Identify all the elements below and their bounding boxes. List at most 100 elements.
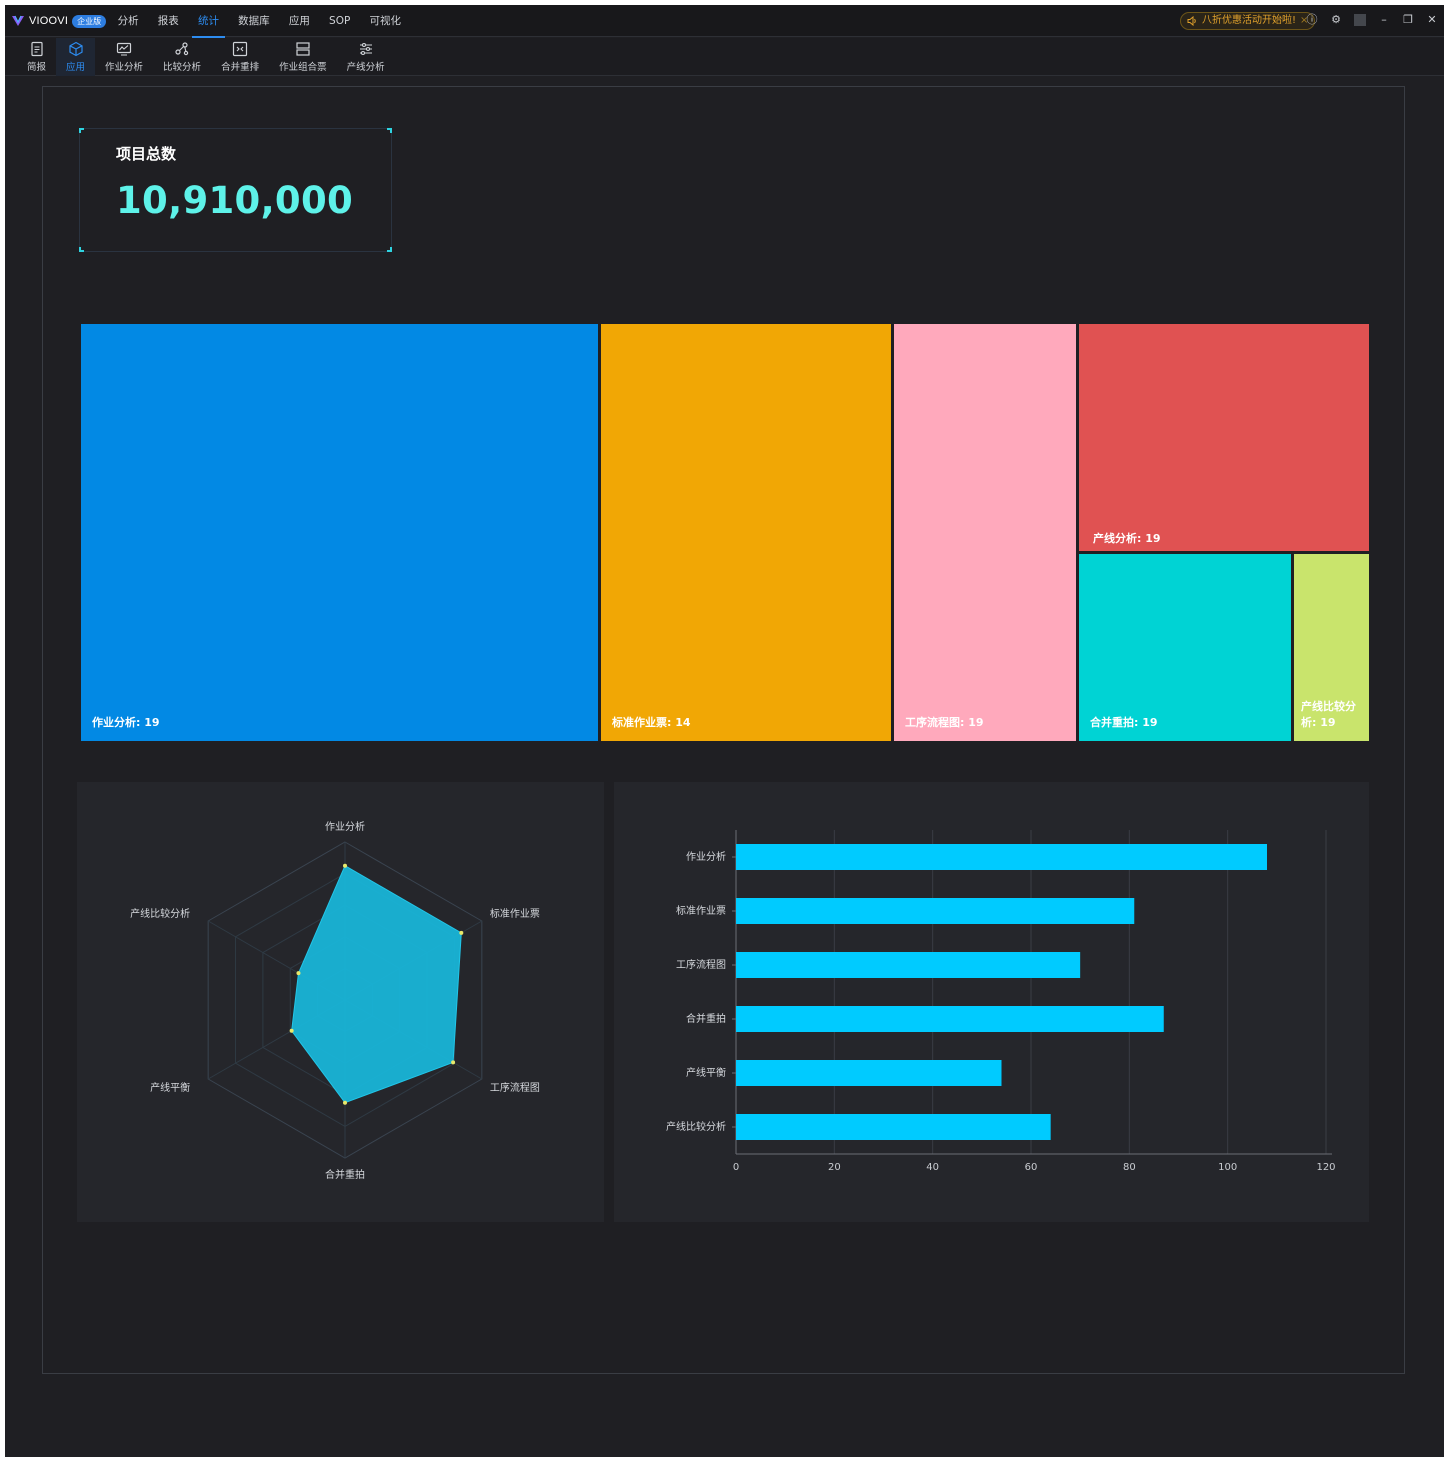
- window-controls: ⓘ ⚙ – ❐ ✕: [1306, 12, 1438, 28]
- menu-item-6[interactable]: 可视化: [360, 5, 411, 37]
- corner-decoration: [79, 128, 84, 133]
- bar-x-tick-label: 100: [1218, 1162, 1237, 1173]
- corner-decoration: [79, 247, 84, 252]
- toolbar-label: 作业分析: [105, 62, 144, 73]
- radar-point[interactable]: [459, 930, 464, 935]
- menu-item-1[interactable]: 报表: [148, 5, 188, 37]
- treemap-label: 作业分析: 19: [92, 716, 160, 729]
- treemap-cell-5[interactable]: 产线比较分析: 19: [1294, 554, 1369, 741]
- menu-item-4[interactable]: 应用: [279, 5, 319, 37]
- compare-nodes-icon: [175, 42, 189, 56]
- radar-point[interactable]: [289, 1028, 294, 1033]
- edition-badge: 企业版: [72, 14, 107, 28]
- treemap-label: 工序流程图: 19: [905, 716, 984, 729]
- radar-point[interactable]: [343, 863, 347, 868]
- radar-indicator-label: 合并重拍: [325, 1168, 365, 1181]
- bar-1[interactable]: [736, 898, 1135, 924]
- bar-x-tick-label: 60: [1025, 1162, 1038, 1173]
- bar-4[interactable]: [736, 1060, 1002, 1086]
- toolbar-item-1[interactable]: 应用: [56, 38, 96, 76]
- toolbar-label: 作业组合票: [279, 62, 327, 73]
- bar-5[interactable]: [736, 1114, 1051, 1140]
- treemap-cell-1[interactable]: 标准作业票: 14: [601, 324, 891, 741]
- radar-series-area[interactable]: [291, 864, 462, 1104]
- treemap-chart: 作业分析: 19 标准作业票: 14 工序流程图: 19 产线分析: 19 合并重拍: …: [81, 324, 1369, 741]
- minimize-icon[interactable]: –: [1378, 12, 1390, 28]
- corner-decoration: [387, 128, 392, 133]
- treemap-label: 产线分析: 19: [1093, 532, 1161, 545]
- bar-x-tick-label: 20: [828, 1162, 841, 1173]
- bar-category-label: 合并重拍: [686, 1012, 726, 1025]
- radar-indicator-label: 标准作业票: [490, 908, 540, 920]
- radar-indicator-label: 作业分析: [325, 820, 365, 833]
- radar-indicator-label: 产线比较分析: [130, 907, 190, 920]
- radar-indicator-label: 产线平衡: [150, 1081, 190, 1094]
- sliders-icon: [359, 42, 372, 56]
- treemap-cell-4[interactable]: 合并重拍: 19: [1079, 554, 1291, 741]
- toolbar-label: 应用: [66, 62, 86, 73]
- bar-chart: 0 20 40 60 80 100 120 作业分析标准作业票工序流程图合并重拍产线平衡产线比…: [666, 830, 1336, 1173]
- toolbar-item-4[interactable]: 合并重排: [211, 38, 269, 76]
- bar-x-tick-label: 0: [733, 1162, 739, 1173]
- treemap-cell-0[interactable]: 作业分析: 19: [81, 324, 598, 741]
- bar-chart-panel: 0 20 40 60 80 100 120 作业分析 标准作业票 工序流程图 合并重拍 产线平衡 产线比…: [614, 782, 1369, 1222]
- radar-point[interactable]: [343, 1100, 347, 1105]
- bar-x-tick-label: 120: [1316, 1162, 1335, 1173]
- close-icon[interactable]: ✕: [1426, 12, 1438, 28]
- bar-category-label: 作业分析: [686, 850, 726, 863]
- bar-0[interactable]: [736, 844, 1267, 870]
- promo-banner[interactable]: 八折优惠活动开始啦! ×: [1180, 12, 1316, 30]
- radar-chart-panel: 作业分析标准作业票工序流程图合并重拍 产线平衡 产线比较分析: [77, 782, 604, 1222]
- restore-icon[interactable]: ❐: [1402, 12, 1414, 28]
- treemap-label: 合并重拍: 19: [1090, 716, 1158, 729]
- toolbar-label: 简报: [27, 62, 47, 73]
- corner-decoration: [387, 247, 392, 252]
- promo-text: 八折优惠活动开始啦!: [1202, 15, 1297, 26]
- radar-point[interactable]: [296, 971, 301, 976]
- main-menu: 分析 报表 统计 数据库 应用 SOP 可视化: [108, 5, 411, 38]
- toolbar-label: 比较分析: [163, 62, 202, 73]
- stack-icon: [296, 42, 310, 56]
- chart-monitor-icon: [116, 42, 132, 56]
- bar-category-label: 工序流程图: [676, 958, 726, 971]
- menu-item-2[interactable]: 统计: [188, 5, 228, 38]
- radar-chart: 作业分析标准作业票工序流程图合并重拍 产线平衡 产线比较分析: [130, 820, 540, 1181]
- app-window: VIOOVI 企业版 分析 报表 统计 数据库 应用 SOP 可视化 八折优惠活动开始啦! …: [5, 5, 1444, 1457]
- info-icon[interactable]: ⓘ: [1306, 12, 1318, 28]
- divider: [1354, 14, 1366, 26]
- logo-text: VIOOVI: [29, 15, 69, 27]
- treemap-label: 标准作业票: 14: [612, 716, 691, 729]
- bar-2[interactable]: [736, 952, 1081, 978]
- bar-3[interactable]: [736, 1006, 1164, 1032]
- toolbar-item-2[interactable]: 作业分析: [95, 38, 153, 76]
- treemap-cell-3[interactable]: 产线分析: 19: [1079, 324, 1369, 551]
- bar-category-label: 产线平衡: [686, 1066, 726, 1079]
- app-logo: VIOOVI 企业版: [11, 13, 107, 29]
- treemap-cell-2[interactable]: 工序流程图: 19: [894, 324, 1076, 741]
- bar-category-label: 产线比较分析: [666, 1120, 726, 1133]
- menu-bar: VIOOVI 企业版 分析 报表 统计 数据库 应用 SOP 可视化 八折优惠活动开始啦! …: [5, 5, 1444, 38]
- radar-indicator-label: 工序流程图: [490, 1081, 540, 1094]
- menu-item-0[interactable]: 分析: [108, 5, 148, 37]
- toolbar: 简报 应用 作业分析 比较分析 合并重排 作业组合票 产线分析: [5, 38, 1444, 76]
- toolbar-item-5[interactable]: 作业组合票: [269, 38, 337, 76]
- bar-category-label: 标准作业票: [676, 905, 726, 917]
- bar-x-tick-label: 40: [926, 1162, 939, 1173]
- radar-point[interactable]: [451, 1060, 456, 1065]
- toolbar-label: 合并重排: [221, 62, 260, 73]
- toolbar-item-3[interactable]: 比较分析: [153, 38, 211, 76]
- merge-icon: [232, 41, 248, 57]
- cube-icon: [68, 41, 83, 57]
- menu-item-5[interactable]: SOP: [319, 5, 359, 37]
- toolbar-item-0[interactable]: 简报: [17, 38, 56, 76]
- kpi-card: 项目总数 10,910,000: [79, 128, 392, 252]
- toolbar-label: 产线分析: [346, 62, 385, 73]
- speaker-icon: [1187, 16, 1196, 26]
- menu-item-3[interactable]: 数据库: [229, 5, 280, 37]
- toolbar-item-6[interactable]: 产线分析: [337, 38, 395, 76]
- settings-icon[interactable]: ⚙: [1330, 12, 1342, 28]
- kpi-value: 10,910,000: [116, 179, 354, 222]
- kpi-label: 项目总数: [116, 145, 177, 163]
- logo-mark-icon: [12, 15, 24, 26]
- brief-icon: [30, 41, 43, 57]
